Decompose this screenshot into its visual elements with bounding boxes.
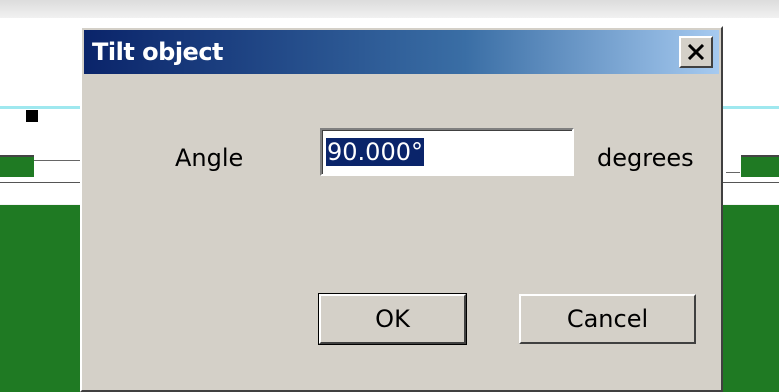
tilt-object-dialog: Tilt object Angle 90.000° degrees OK Can… xyxy=(80,26,723,392)
selection-handle[interactable] xyxy=(26,110,38,122)
ok-button[interactable]: OK xyxy=(318,293,467,345)
background-rule xyxy=(34,160,84,161)
degrees-label: degrees xyxy=(597,144,694,172)
angle-input-value: 90.000° xyxy=(326,138,424,166)
dialog-titlebar[interactable]: Tilt object xyxy=(84,30,719,74)
cancel-button[interactable]: Cancel xyxy=(519,294,696,344)
angle-label: Angle xyxy=(175,144,244,172)
background-green-bar-right xyxy=(741,155,779,177)
dialog-title: Tilt object xyxy=(92,38,224,66)
background-top-band xyxy=(0,0,779,18)
close-x-icon xyxy=(687,44,705,60)
ok-button-label: OK xyxy=(375,305,410,333)
background-green-bar-left xyxy=(0,155,34,177)
angle-input[interactable]: 90.000° xyxy=(320,128,574,176)
close-button[interactable] xyxy=(679,36,713,68)
cancel-button-label: Cancel xyxy=(566,305,649,333)
background-rule xyxy=(726,172,740,173)
